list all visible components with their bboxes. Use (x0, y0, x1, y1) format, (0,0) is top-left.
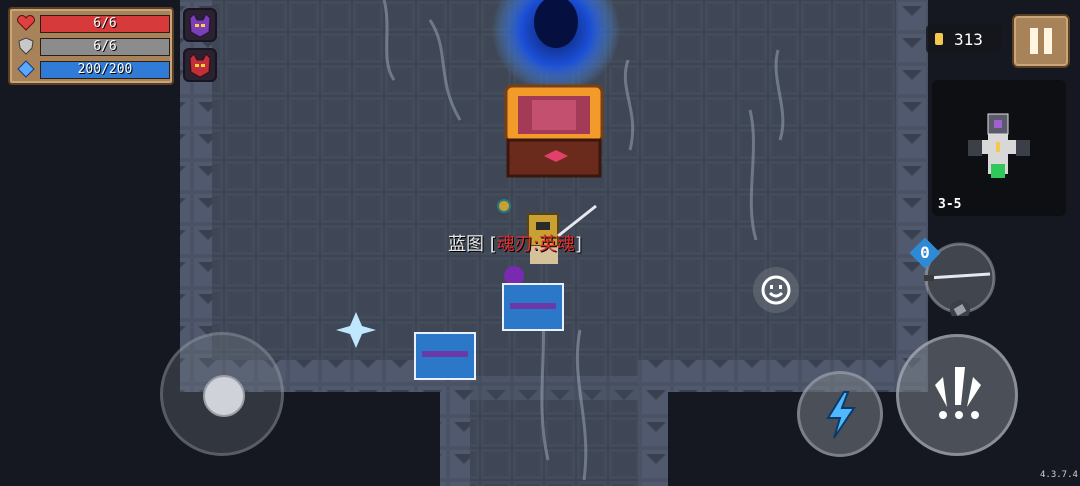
weapon-prefix: 蓝图 (448, 234, 484, 255)
energy-cost-text: 0 (920, 243, 930, 262)
health-row: 6/6 (16, 14, 170, 33)
weapon-bracket-open: [ (489, 234, 497, 255)
emote-button[interactable] (753, 267, 799, 313)
purple-demon-helmet-icon[interactable] (183, 8, 217, 42)
lightning-bolt-icon (826, 391, 856, 439)
blueprint-item-1 (502, 283, 564, 331)
stats-panel: 6/6 6/6 200/200 (8, 7, 174, 85)
energy-bar: 200/200 (40, 61, 170, 79)
weapon-pickup-label: 蓝图 [魂刃:英魂] (448, 230, 582, 256)
armor-text: 6/6 (93, 39, 117, 54)
minimap-rooms (968, 113, 1030, 178)
armor-bar: 6/6 (40, 38, 170, 56)
coin-value: 313 (954, 30, 983, 49)
shield-icon (18, 37, 34, 55)
movement-joystick[interactable] (160, 332, 284, 456)
health-text: 6/6 (93, 16, 117, 31)
weapon-switch-button[interactable]: 0 (909, 237, 998, 320)
health-bar: 6/6 (40, 15, 170, 33)
energy-row: 200/200 (16, 60, 170, 79)
smiley-icon (761, 275, 791, 305)
pause-icon (1030, 28, 1052, 54)
version-text: 4.3.7.4 (1040, 470, 1078, 480)
gold-coin-icon (935, 33, 943, 45)
joystick-knob[interactable] (203, 375, 245, 417)
coin-counter: 313 (926, 25, 1002, 53)
energy-text: 200/200 (77, 62, 133, 77)
blueprint-item-2 (414, 332, 476, 380)
heart-icon (17, 15, 35, 31)
minimap[interactable]: 3-5 (932, 80, 1066, 216)
treasure-chest (504, 84, 604, 178)
pause-button[interactable] (1012, 14, 1070, 68)
attack-button[interactable] (896, 334, 1018, 456)
energy-diamond-icon (17, 60, 35, 78)
weapon-name: 魂刃:英魂 (496, 234, 575, 255)
weapon-bracket-close: ] (574, 234, 582, 255)
skill-button[interactable] (797, 371, 883, 457)
attack-burst-icon (935, 367, 981, 419)
red-demon-helmet-icon[interactable] (183, 48, 217, 82)
armor-row: 6/6 (16, 37, 170, 56)
level-label: 3-5 (938, 197, 962, 212)
